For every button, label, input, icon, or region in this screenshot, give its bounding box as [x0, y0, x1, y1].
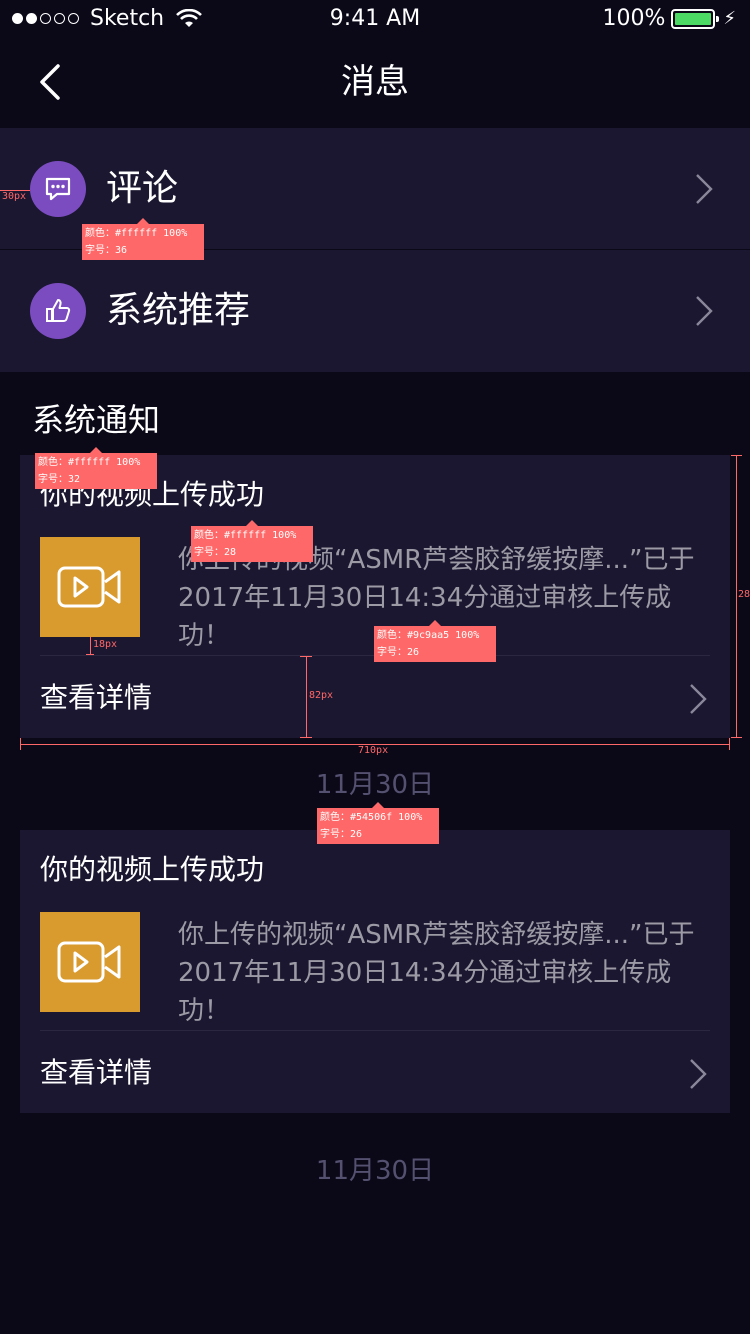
spacing-line: [731, 737, 742, 738]
spacing-label: 28: [738, 589, 750, 600]
spec-color: 颜色：#ffffff 100%: [38, 457, 141, 468]
notice-date: 11月30日: [315, 1156, 435, 1186]
spec-color: 颜色：#ffffff 100%: [194, 530, 297, 541]
notice-date: 11月30日: [315, 770, 435, 800]
spec-annotation: 颜色：#ffffff 100% 字号：32: [35, 447, 157, 489]
spec-color: 颜色：#54506f 100%: [320, 812, 423, 823]
chevron-right-icon: [696, 296, 713, 326]
spacing-line: [736, 455, 737, 738]
spacing-label: 82px: [309, 690, 334, 701]
view-details-link[interactable]: 查看详情: [40, 1055, 152, 1091]
card-divider: [40, 1030, 710, 1031]
spacing-line: [86, 654, 94, 655]
view-details-link[interactable]: 查看详情: [40, 680, 152, 716]
status-bar: Sketch 9:41 AM 100% ⚡: [0, 0, 750, 40]
desc-line: 2017年11月30日14:34分通过审核上传成功！: [178, 958, 672, 1026]
page-title: 消息: [341, 62, 409, 102]
desc-line: 你上传的视频“ASMR芦荟胶舒缓按摩...”已于: [178, 920, 695, 950]
video-camera-icon: [57, 566, 121, 608]
spacing-line: [90, 637, 91, 655]
battery-icon: [671, 8, 720, 29]
section-title: 系统通知: [32, 401, 161, 439]
spacing-line: [300, 737, 312, 738]
spec-size: 字号：26: [377, 647, 420, 658]
notice-title: 你的视频上传成功: [40, 853, 265, 886]
spec-annotation: 颜色：#9c9aa5 100% 字号：26: [374, 620, 496, 662]
thumbs-up-icon: [30, 283, 86, 339]
status-right: 100% ⚡: [602, 6, 736, 31]
spacing-line: [300, 656, 312, 657]
spec-size: 字号：28: [194, 547, 237, 558]
spacing-label: 18px: [93, 639, 118, 650]
notice-card[interactable]: 你的视频上传成功 你上传的视频“ASMR芦荟胶舒缓按摩...”已于 2017年1…: [20, 455, 730, 738]
spacing-line: [20, 738, 21, 750]
spacing-line: [731, 455, 742, 456]
chevron-right-icon: [696, 174, 713, 204]
charging-icon: ⚡: [723, 8, 736, 29]
comment-icon: [30, 161, 86, 217]
menu-item-label: 系统推荐: [106, 290, 251, 331]
spec-annotation: 颜色：#ffffff 100% 字号：36: [82, 218, 204, 260]
spec-size: 字号：36: [85, 245, 128, 256]
chevron-right-icon: [690, 1059, 707, 1089]
notice-card[interactable]: 你的视频上传成功 你上传的视频“ASMR芦荟胶舒缓按摩...”已于 2017年1…: [20, 830, 730, 1113]
video-thumbnail: [40, 912, 140, 1012]
spec-annotation: 颜色：#54506f 100% 字号：26: [317, 802, 439, 844]
battery-percent: 100%: [602, 6, 666, 31]
spacing-line: [306, 656, 307, 738]
spec-color: 颜色：#ffffff 100%: [85, 228, 188, 239]
spacing-label: 710px: [358, 745, 389, 756]
menu-item-label: 评论: [106, 168, 179, 209]
chevron-right-icon: [690, 684, 707, 714]
menu-item-recommend[interactable]: 系统推荐: [0, 250, 750, 370]
video-thumbnail: [40, 537, 140, 637]
spacing-line: [729, 738, 730, 750]
spec-size: 字号：26: [320, 829, 363, 840]
spec-annotation: 颜色：#ffffff 100% 字号：28: [191, 520, 313, 562]
spacing-label: 30px: [2, 191, 27, 202]
spec-color: 颜色：#9c9aa5 100%: [377, 630, 480, 641]
spec-size: 字号：32: [38, 474, 81, 485]
video-camera-icon: [57, 941, 121, 983]
notice-description: 你上传的视频“ASMR芦荟胶舒缓按摩...”已于 2017年11月30日14:3…: [178, 916, 718, 1030]
